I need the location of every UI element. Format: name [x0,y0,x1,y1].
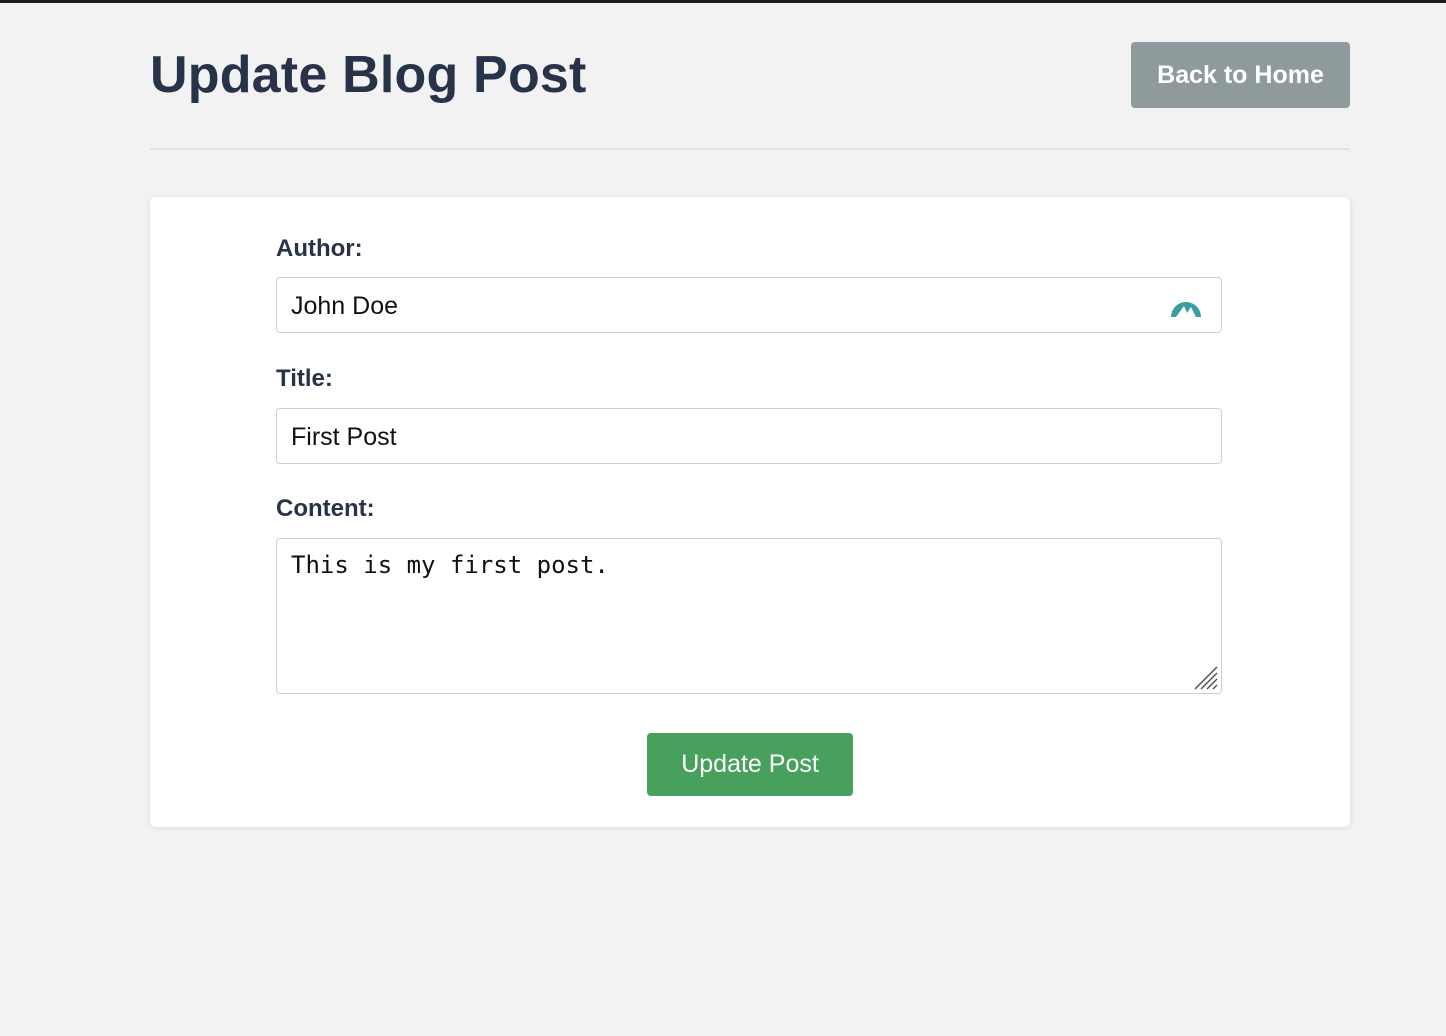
page-title: Update Blog Post [150,46,587,104]
title-value: First Post [291,423,397,451]
back-to-home-button[interactable]: Back to Home [1131,42,1350,108]
author-label: Author: [276,235,363,262]
update-post-button[interactable]: Update Post [647,733,853,796]
author-value: John Doe [291,292,399,320]
author-input[interactable]: John Doe [276,277,1222,333]
content-value: This is my first post. [291,551,609,579]
content-textarea[interactable]: This is my first post. [276,538,1222,694]
title-label: Title: [276,365,333,392]
resize-handle-icon[interactable] [1193,665,1219,691]
page-container: Update Blog Post Back to Home Author: Jo… [150,0,1350,827]
mountain-extension-icon[interactable] [1169,293,1203,321]
page-header: Update Blog Post Back to Home [150,0,1350,150]
title-input[interactable]: First Post [276,408,1222,464]
content-label: Content: [276,495,375,522]
update-post-form: Author: John Doe Title: First Post Conte… [150,197,1350,827]
